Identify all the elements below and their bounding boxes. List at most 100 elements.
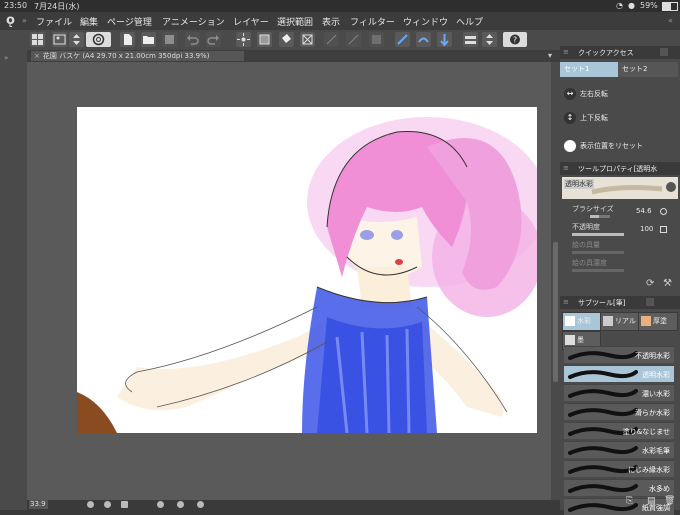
special-ruler-icon[interactable]: [416, 32, 431, 47]
brush-size-slider[interactable]: [590, 215, 610, 218]
open-folder-icon[interactable]: [141, 32, 156, 47]
brush-stroke-path: [568, 408, 638, 417]
document-tab[interactable]: × 花園 バスケ (A4 29.70 x 21.00cm 350dpi 33.9%…: [31, 51, 244, 61]
reset-settings-icon[interactable]: ⟳: [646, 278, 654, 289]
transform-icon[interactable]: [300, 32, 315, 47]
subtool-brush-item[interactable]: 滑らか水彩: [564, 403, 674, 420]
reset-view-label: 表示位置をリセット: [580, 142, 643, 150]
redo-icon[interactable]: [206, 32, 221, 47]
rotate-canvas-icon[interactable]: [324, 32, 339, 47]
opacity-toggle-icon[interactable]: [660, 226, 667, 233]
trash-icon[interactable]: 🗑: [664, 496, 675, 506]
subtool-tab-thick[interactable]: 厚塗: [638, 312, 678, 331]
help-icon[interactable]: ?: [503, 32, 527, 47]
brush-size-toggle-icon[interactable]: [660, 208, 667, 215]
grid-icon[interactable]: [369, 32, 384, 47]
subtool-brush-label: 水彩毛筆: [642, 447, 670, 455]
fit-screen-icon[interactable]: [121, 501, 128, 508]
menu-page[interactable]: ページ管理: [107, 15, 152, 28]
menu-filter[interactable]: フィルター: [350, 15, 395, 28]
subtool-add-icon[interactable]: ⎘: [626, 496, 633, 506]
menu-window[interactable]: ウィンドウ: [403, 15, 448, 28]
subtool-brush-item[interactable]: 塗り&なじませ: [564, 422, 674, 439]
rotate-left-icon[interactable]: [157, 501, 164, 508]
tab-set2[interactable]: セット2: [618, 62, 678, 77]
panel-grip-icon[interactable]: ≡: [563, 298, 569, 306]
subtool-brush-item[interactable]: 紙質強調: [564, 498, 674, 515]
wrench-icon[interactable]: ⚒: [663, 278, 672, 289]
subtool-brush-item[interactable]: 水彩毛筆: [564, 441, 674, 458]
brush-stroke-preview: [568, 484, 638, 493]
subtool-tab-real[interactable]: リアル: [600, 312, 639, 331]
flip-canvas-icon[interactable]: [346, 32, 361, 47]
brush-settings-icon[interactable]: [666, 182, 676, 192]
opacity-slider[interactable]: [572, 233, 624, 236]
brush-stroke-preview: [568, 351, 638, 360]
close-tab-icon[interactable]: ×: [34, 52, 40, 60]
menu-animation[interactable]: アニメーション: [162, 15, 225, 28]
subtool-brush-item[interactable]: 濃い水彩: [564, 384, 674, 401]
menu-view[interactable]: 表示: [322, 15, 340, 28]
sort-arrows-icon[interactable]: [69, 32, 84, 47]
subtool-new-icon[interactable]: ▤: [647, 496, 656, 506]
battery-percent: 59%: [640, 1, 658, 10]
subtool-title: サブツール[筆]: [578, 299, 626, 307]
paint-amount-slider[interactable]: [572, 251, 624, 254]
layout-icon[interactable]: [30, 32, 45, 47]
subtool-menu-icon[interactable]: [646, 298, 654, 306]
tab-menu-icon[interactable]: ▾: [548, 51, 552, 60]
bucket-icon[interactable]: [279, 32, 294, 47]
svg-text:?: ?: [513, 36, 517, 45]
panel-grip-icon[interactable]: ≡: [563, 48, 569, 56]
flip-vertical-item[interactable]: ↕ 上下反転: [564, 112, 608, 124]
panel-menu-icon[interactable]: [660, 48, 668, 56]
brush-preview: 透明水彩: [562, 177, 678, 199]
illustration: [77, 117, 537, 433]
reset-rotation-icon[interactable]: [197, 501, 204, 508]
document-tab-bar: × 花園 バスケ (A4 29.70 x 21.00cm 350dpi 33.9%…: [27, 50, 560, 62]
brush-stroke-path: [568, 446, 638, 455]
subtool-brush-item[interactable]: 透明水彩: [564, 365, 674, 382]
gallery-icon[interactable]: [52, 32, 67, 47]
reset-view-item[interactable]: 表示位置をリセット: [564, 140, 643, 152]
collapse-left-icon[interactable]: »: [22, 16, 27, 25]
subtool-brush-item[interactable]: 不透明水彩: [564, 346, 674, 363]
menu-help[interactable]: ヘルプ: [456, 15, 483, 28]
scrollbar-thumb[interactable]: [553, 242, 558, 382]
expand-panel-icon[interactable]: »: [4, 54, 8, 62]
ruler-snap-icon[interactable]: [395, 32, 410, 47]
zoom-field[interactable]: 33.9: [29, 500, 48, 509]
menu-file[interactable]: ファイル: [36, 15, 72, 28]
subtool-brush-item[interactable]: 水多め: [564, 479, 674, 496]
tab-set1[interactable]: セット1: [560, 62, 620, 77]
brush-stroke-preview: [568, 370, 638, 379]
drawing-canvas[interactable]: [77, 107, 537, 433]
vertical-scrollbar[interactable]: [551, 62, 560, 500]
grid-snap-icon[interactable]: [437, 32, 452, 47]
new-file-icon[interactable]: [120, 32, 135, 47]
sparkle-icon[interactable]: [236, 32, 251, 47]
menu-selection[interactable]: 選択範囲: [277, 15, 313, 28]
subtool-tab-watercolor[interactable]: 水彩: [562, 312, 601, 331]
menu-layer[interactable]: レイヤー: [233, 15, 269, 28]
save-icon[interactable]: [162, 32, 177, 47]
rotate-right-icon[interactable]: [177, 501, 184, 508]
companion-app-icon[interactable]: [86, 32, 111, 47]
timeline-icon[interactable]: [463, 32, 478, 47]
zoom-out-icon[interactable]: [87, 501, 94, 508]
brush-size-value[interactable]: 54.6: [636, 207, 652, 215]
paint-density-slider[interactable]: [572, 269, 624, 272]
toolbar-sort-icon[interactable]: [482, 32, 497, 47]
flip-horizontal-item[interactable]: ↔ 左右反転: [564, 88, 608, 100]
status-time: 23:50: [4, 1, 28, 10]
zoom-in-icon[interactable]: [104, 501, 111, 508]
menu-edit[interactable]: 編集: [80, 15, 98, 28]
undo-icon[interactable]: [185, 32, 200, 47]
panel-grip-icon[interactable]: ≡: [563, 164, 569, 172]
opacity-value[interactable]: 100: [640, 225, 653, 233]
subtool-brush-item[interactable]: にじみ縁水彩: [564, 460, 674, 477]
fill-icon[interactable]: [257, 32, 272, 47]
app-logo-icon[interactable]: ǫ: [6, 13, 15, 28]
collapse-right-icon[interactable]: «: [668, 16, 673, 25]
flip-vertical-label: 上下反転: [580, 114, 608, 122]
